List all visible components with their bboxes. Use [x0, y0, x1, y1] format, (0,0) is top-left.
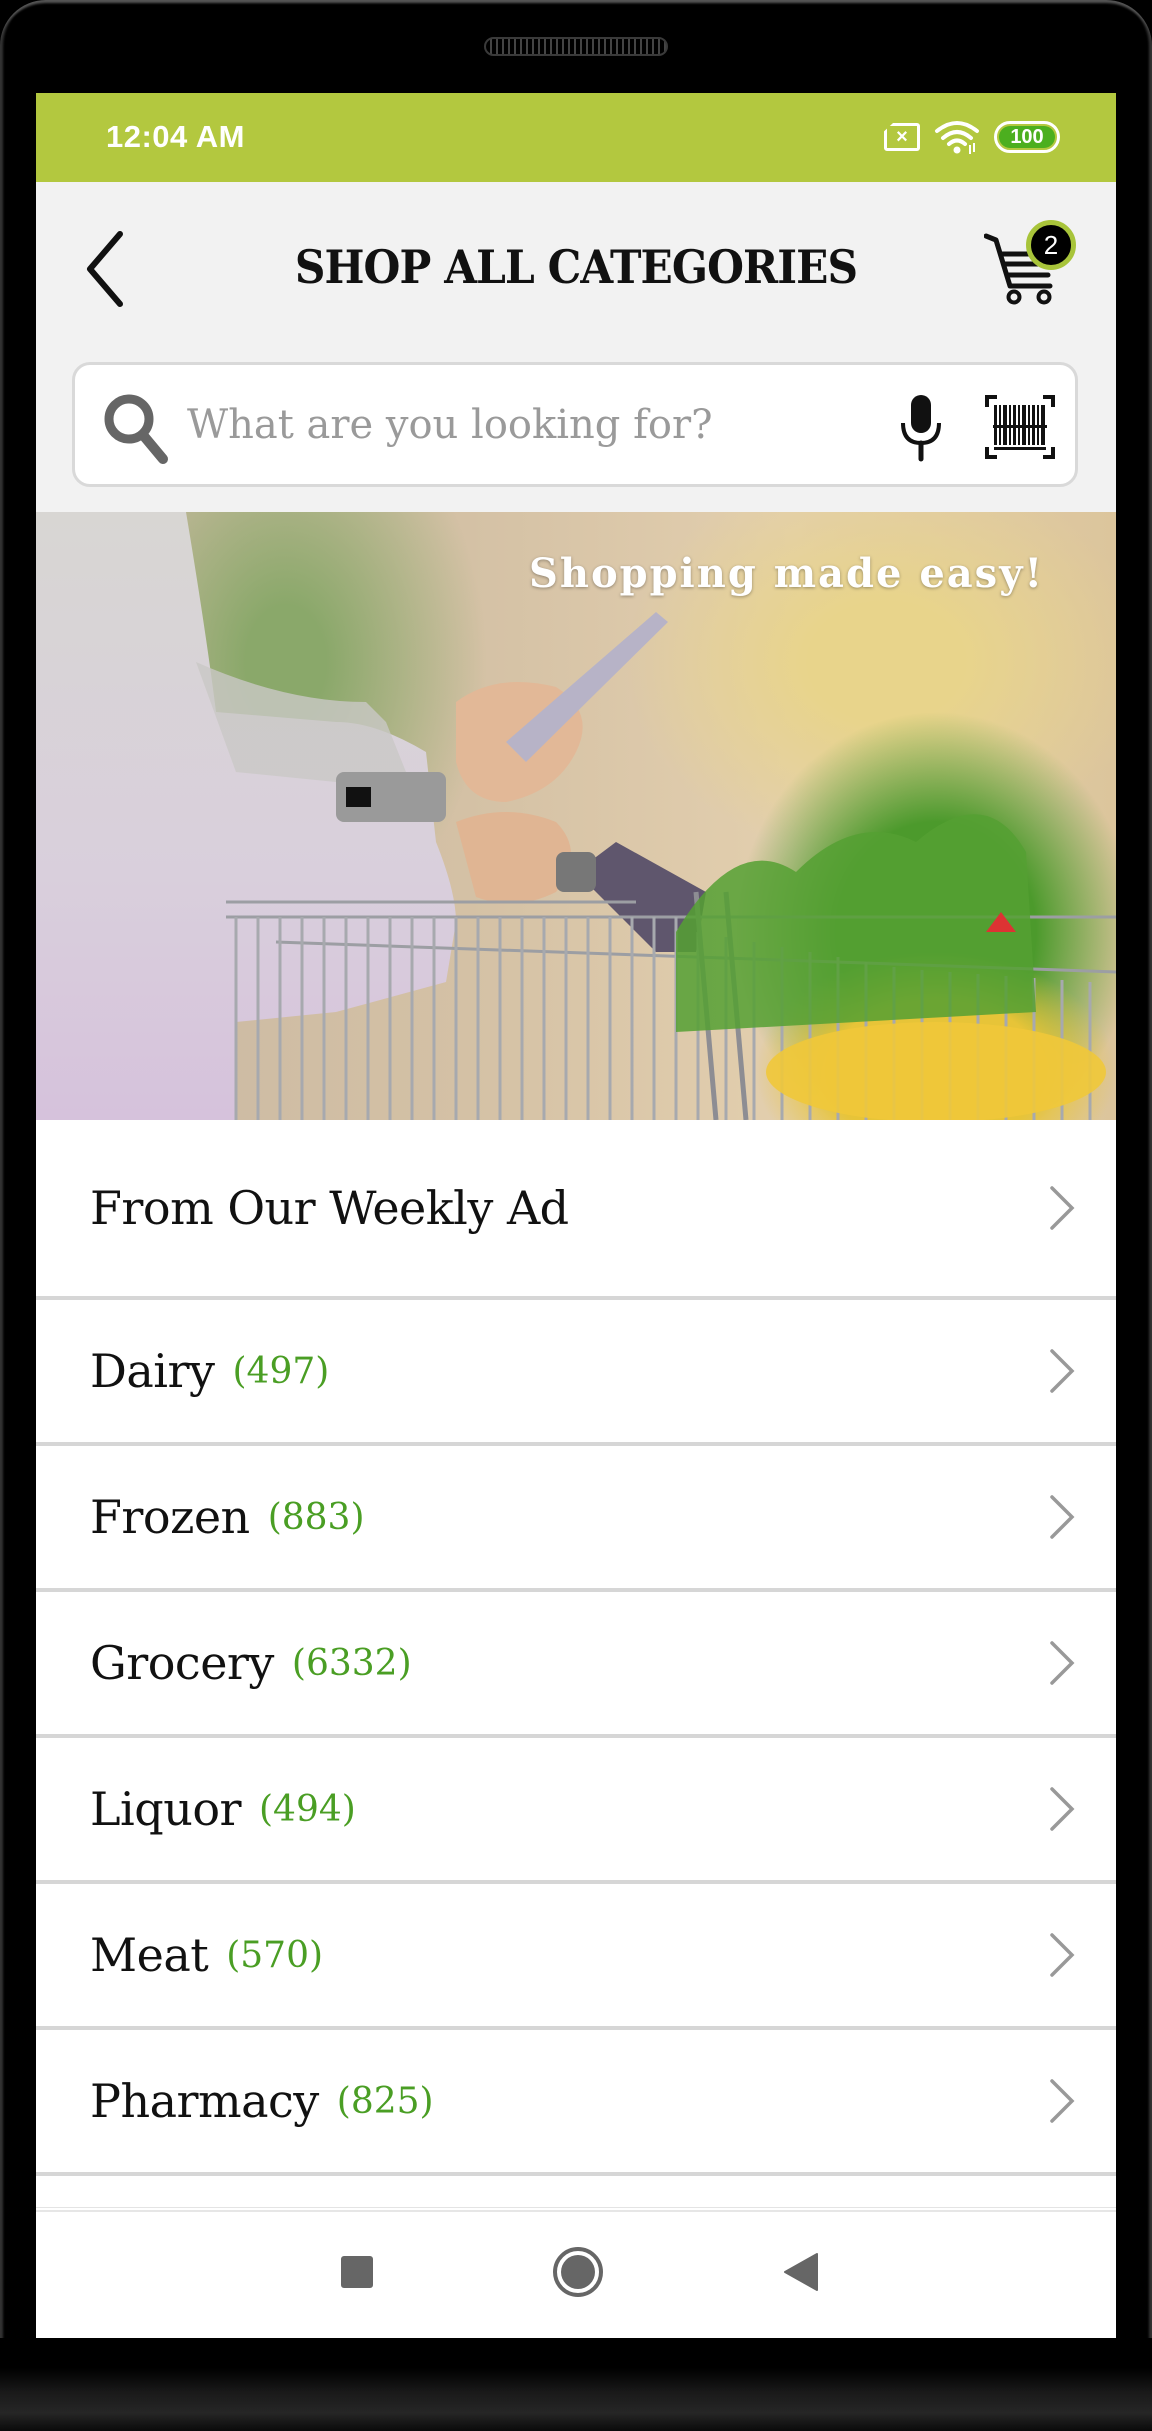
- status-time: 12:04 AM: [106, 119, 245, 154]
- category-row-frozen[interactable]: Frozen (883): [36, 1446, 1116, 1592]
- category-list: From Our Weekly Ad Dairy (497) Frozen (8…: [36, 1120, 1116, 2208]
- chevron-right-icon: [1050, 1495, 1075, 1539]
- chevron-right-icon: [1050, 2079, 1075, 2123]
- magnifier-icon: [104, 394, 168, 464]
- promo-banner[interactable]: Shopping made easy!: [36, 512, 1116, 1120]
- wifi-icon: [935, 121, 979, 154]
- category-name: Liquor: [90, 1782, 242, 1836]
- app-header: SHOP ALL CATEGORIES 2: [36, 182, 1116, 512]
- chevron-right-icon: [1050, 1787, 1075, 1831]
- category-count: (825): [336, 2080, 434, 2122]
- category-name: From Our Weekly Ad: [90, 1181, 569, 1235]
- category-row-meat[interactable]: Meat (570): [36, 1884, 1116, 2030]
- category-row-pharmacy[interactable]: Pharmacy (825): [36, 2030, 1116, 2176]
- battery-level: 100: [999, 126, 1055, 148]
- page-title: SHOP ALL CATEGORIES: [294, 240, 858, 294]
- recents-button[interactable]: [327, 2242, 387, 2302]
- chevron-right-icon: [1050, 1349, 1075, 1393]
- chevron-right-icon: [1050, 1641, 1075, 1685]
- category-count: (570): [226, 1934, 324, 1976]
- category-name: Dairy: [90, 1344, 215, 1398]
- shopping-cart-photo: [36, 512, 1116, 1120]
- system-nav-bar: [36, 2210, 1116, 2338]
- cart-button[interactable]: 2: [984, 220, 1084, 310]
- earpiece-speaker: [484, 37, 668, 56]
- chevron-right-icon: [1050, 1186, 1075, 1230]
- circle-home-icon: [553, 2247, 603, 2297]
- category-row-liquor[interactable]: Liquor (494): [36, 1738, 1116, 1884]
- category-count: (883): [267, 1496, 365, 1538]
- voice-search-button[interactable]: [893, 393, 949, 463]
- category-row-partial[interactable]: [36, 2176, 1116, 2208]
- home-button[interactable]: [548, 2242, 608, 2302]
- category-row-grocery[interactable]: Grocery (6332): [36, 1592, 1116, 1738]
- square-recents-icon: [341, 2256, 373, 2288]
- category-name: Meat: [90, 1928, 209, 1982]
- category-name: Frozen: [90, 1490, 250, 1544]
- status-icons: × 100: [884, 119, 1060, 155]
- triangle-back-icon: [784, 2253, 818, 2291]
- category-name: Grocery: [90, 1636, 274, 1690]
- bottom-bezel: [0, 2338, 1152, 2431]
- search-input[interactable]: [187, 385, 847, 465]
- category-count: (494): [259, 1788, 356, 1830]
- category-count: (497): [232, 1350, 330, 1392]
- category-row-dairy[interactable]: Dairy (497): [36, 1300, 1116, 1446]
- category-row-weekly-ad[interactable]: From Our Weekly Ad: [36, 1120, 1116, 1300]
- category-name: Pharmacy: [90, 2074, 319, 2128]
- no-sim-icon: ×: [884, 123, 920, 151]
- barcode-scan-icon: [985, 395, 1055, 459]
- chevron-right-icon: [1050, 1933, 1075, 1977]
- barcode-scan-button[interactable]: [985, 395, 1055, 459]
- cart-count-badge: 2: [1026, 220, 1076, 270]
- phone-frame: 12:04 AM × 100 SHOP ALL CATEGORIES 2 Wha…: [0, 0, 1152, 2431]
- category-count: (6332): [291, 1642, 412, 1684]
- app-screen: 12:04 AM × 100 SHOP ALL CATEGORIES 2 Wha…: [36, 93, 1116, 2338]
- search-bar: [72, 362, 1078, 487]
- banner-headline: Shopping made easy!: [528, 550, 1044, 597]
- microphone-icon: [901, 395, 941, 462]
- system-back-button[interactable]: [771, 2242, 831, 2302]
- status-bar: 12:04 AM × 100: [36, 93, 1116, 182]
- battery-indicator: 100: [994, 121, 1060, 153]
